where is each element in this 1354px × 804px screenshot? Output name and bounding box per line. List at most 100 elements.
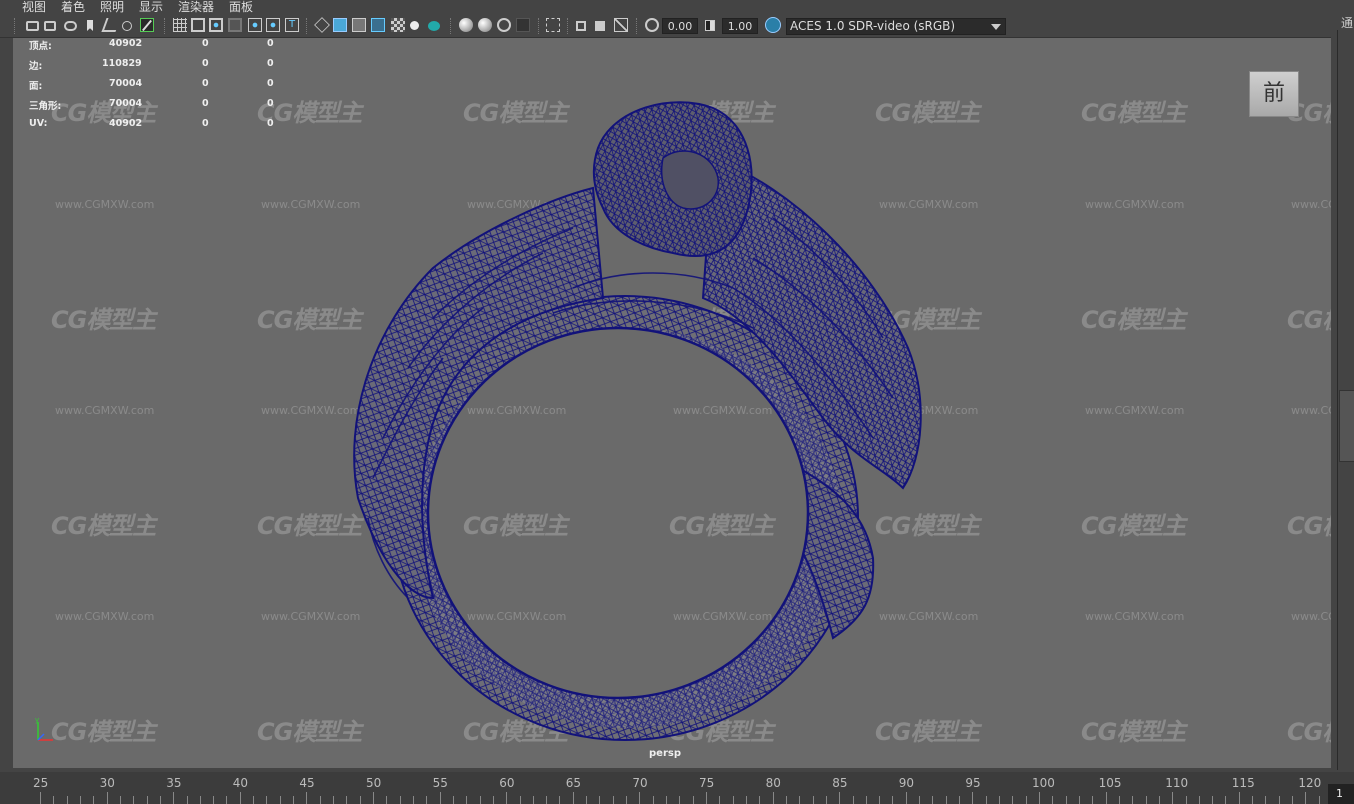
timeline-tick-mark bbox=[1012, 796, 1014, 804]
menu-bar: 视图 着色 照明 显示 渲染器 面板 bbox=[0, 0, 1334, 14]
timeline-tick-mark bbox=[1105, 792, 1107, 804]
toolbar-separator bbox=[306, 18, 309, 34]
timeline-tick-mark bbox=[373, 792, 374, 804]
viewport-panel[interactable]: 顶点: 40902 0 0 边: 110829 0 0 面: 70004 0 0… bbox=[13, 38, 1331, 768]
image-plane-icon[interactable] bbox=[101, 18, 121, 32]
exposure-icon[interactable] bbox=[645, 18, 659, 32]
menu-renderer[interactable]: 渲染器 bbox=[178, 0, 214, 14]
timeline-tick-label: 60 bbox=[499, 776, 515, 790]
timeline-tick-mark bbox=[146, 796, 148, 804]
depth-of-field-icon[interactable] bbox=[516, 18, 530, 32]
timeline-tick-mark bbox=[253, 796, 255, 804]
timeline-tick-label: 115 bbox=[1231, 776, 1255, 790]
right-panel-tab[interactable]: 通 bbox=[1341, 14, 1353, 31]
gamma-icon[interactable] bbox=[705, 20, 715, 31]
timeline-tick-mark bbox=[532, 796, 534, 804]
timeline-tick-mark bbox=[40, 792, 41, 804]
field-chart-icon[interactable] bbox=[248, 18, 262, 32]
timeline-tick-label: 90 bbox=[898, 776, 915, 790]
timeline-tick-mark bbox=[93, 796, 95, 804]
timeline-tick-mark bbox=[293, 796, 295, 804]
anti-aliasing-icon[interactable] bbox=[497, 18, 511, 32]
timeline-tick-mark bbox=[359, 796, 361, 804]
time-slider[interactable]: 25 30 35 40 45 50 55 60 65 70 75 80 85 90 95 100 105 110 1… bbox=[0, 772, 1354, 804]
gamma-field[interactable]: 1.00 bbox=[722, 18, 758, 34]
motion-blur-icon[interactable] bbox=[478, 18, 492, 32]
timeline-tick-mark bbox=[1025, 796, 1027, 804]
xray-icon[interactable] bbox=[576, 21, 586, 31]
timeline-tick-mark bbox=[239, 792, 241, 804]
timeline-tick-mark bbox=[1278, 796, 1280, 804]
color-space-dropdown[interactable]: ACES 1.0 SDR-video (sRGB) bbox=[786, 18, 1006, 35]
bookmark-icon[interactable] bbox=[87, 20, 93, 31]
timeline-tick-mark bbox=[626, 796, 628, 804]
shadows-icon[interactable] bbox=[428, 21, 440, 31]
wireframe-icon[interactable] bbox=[314, 17, 330, 33]
current-frame-field[interactable]: 1 bbox=[1328, 784, 1354, 804]
timeline-tick-label: 110 bbox=[1165, 776, 1189, 790]
smooth-shade-icon[interactable] bbox=[333, 18, 347, 32]
timeline-tick-mark bbox=[732, 796, 734, 804]
timeline-tick-mark bbox=[1052, 796, 1054, 804]
grid-icon[interactable] bbox=[173, 18, 187, 32]
gate-mask-icon[interactable] bbox=[228, 18, 242, 32]
safe-action-icon[interactable] bbox=[266, 18, 280, 32]
backface-icon[interactable] bbox=[614, 18, 628, 32]
timeline-tick-mark bbox=[1292, 796, 1294, 804]
timeline-tick-mark bbox=[186, 796, 188, 804]
timeline-tick-label: 85 bbox=[832, 776, 848, 790]
toolbar-separator bbox=[450, 18, 453, 34]
timeline-tick-mark bbox=[412, 796, 414, 804]
grease-pencil-icon[interactable] bbox=[140, 18, 154, 32]
timeline-tick-mark bbox=[199, 796, 201, 804]
toolbar-separator bbox=[538, 18, 541, 34]
timeline-tick-label: 40 bbox=[232, 776, 249, 790]
timeline-tick-mark bbox=[1092, 796, 1094, 804]
film-gate-icon[interactable] bbox=[191, 18, 205, 32]
timeline-tick-mark bbox=[666, 796, 668, 804]
menu-lighting[interactable]: 照明 bbox=[100, 0, 124, 14]
camera-icon[interactable] bbox=[26, 21, 39, 31]
view-cube[interactable]: 前 bbox=[1249, 71, 1299, 117]
timeline-tick-mark bbox=[399, 796, 401, 804]
two-d-pan-icon[interactable] bbox=[122, 21, 132, 31]
timeline-tick-mark bbox=[745, 796, 747, 804]
exposure-field[interactable]: 0.00 bbox=[662, 18, 698, 34]
side-scroll-handle[interactable] bbox=[1339, 390, 1354, 462]
timeline-tick-mark bbox=[1212, 796, 1214, 804]
isolate-select-icon[interactable] bbox=[546, 18, 560, 32]
xray-joints-icon[interactable] bbox=[595, 21, 605, 31]
menu-panels[interactable]: 面板 bbox=[229, 0, 253, 14]
timeline-tick-mark bbox=[1318, 796, 1320, 804]
safe-title-icon[interactable]: T bbox=[285, 18, 299, 32]
timeline-tick-mark bbox=[346, 796, 348, 804]
color-management-icon[interactable] bbox=[765, 17, 781, 33]
timeline-tick-label: 100 bbox=[1032, 776, 1055, 790]
textured-icon[interactable] bbox=[391, 18, 405, 32]
timeline-tick-mark bbox=[759, 796, 761, 804]
color-space-value: ACES 1.0 SDR-video (sRGB) bbox=[790, 19, 956, 33]
timeline-tick-mark bbox=[1145, 796, 1147, 804]
resolution-gate-icon[interactable] bbox=[209, 18, 223, 32]
toolbar-separator bbox=[567, 18, 570, 34]
timeline-tick-mark bbox=[1252, 796, 1254, 804]
menu-show[interactable]: 显示 bbox=[139, 0, 163, 14]
timeline-tick-mark bbox=[133, 796, 135, 804]
timeline-tick-mark bbox=[119, 796, 121, 804]
menu-view[interactable]: 视图 bbox=[22, 0, 46, 14]
timeline-tick-mark bbox=[945, 796, 947, 804]
svg-text:y: y bbox=[35, 716, 39, 724]
lights-icon[interactable] bbox=[410, 21, 419, 30]
timeline-tick-mark bbox=[692, 796, 694, 804]
menu-shading[interactable]: 着色 bbox=[61, 0, 85, 14]
ring-wireframe-model[interactable] bbox=[13, 38, 1331, 768]
timeline-tick-mark bbox=[719, 796, 721, 804]
timeline-tick-mark bbox=[479, 796, 481, 804]
camera-attrs-icon[interactable] bbox=[44, 21, 56, 31]
camera-lock-icon[interactable] bbox=[64, 21, 77, 31]
wireframe-on-shaded-icon[interactable] bbox=[371, 18, 385, 32]
timeline-tick-mark bbox=[1065, 796, 1067, 804]
left-strip bbox=[0, 38, 13, 768]
ambient-occlusion-icon[interactable] bbox=[459, 18, 473, 32]
default-material-icon[interactable] bbox=[352, 18, 366, 32]
